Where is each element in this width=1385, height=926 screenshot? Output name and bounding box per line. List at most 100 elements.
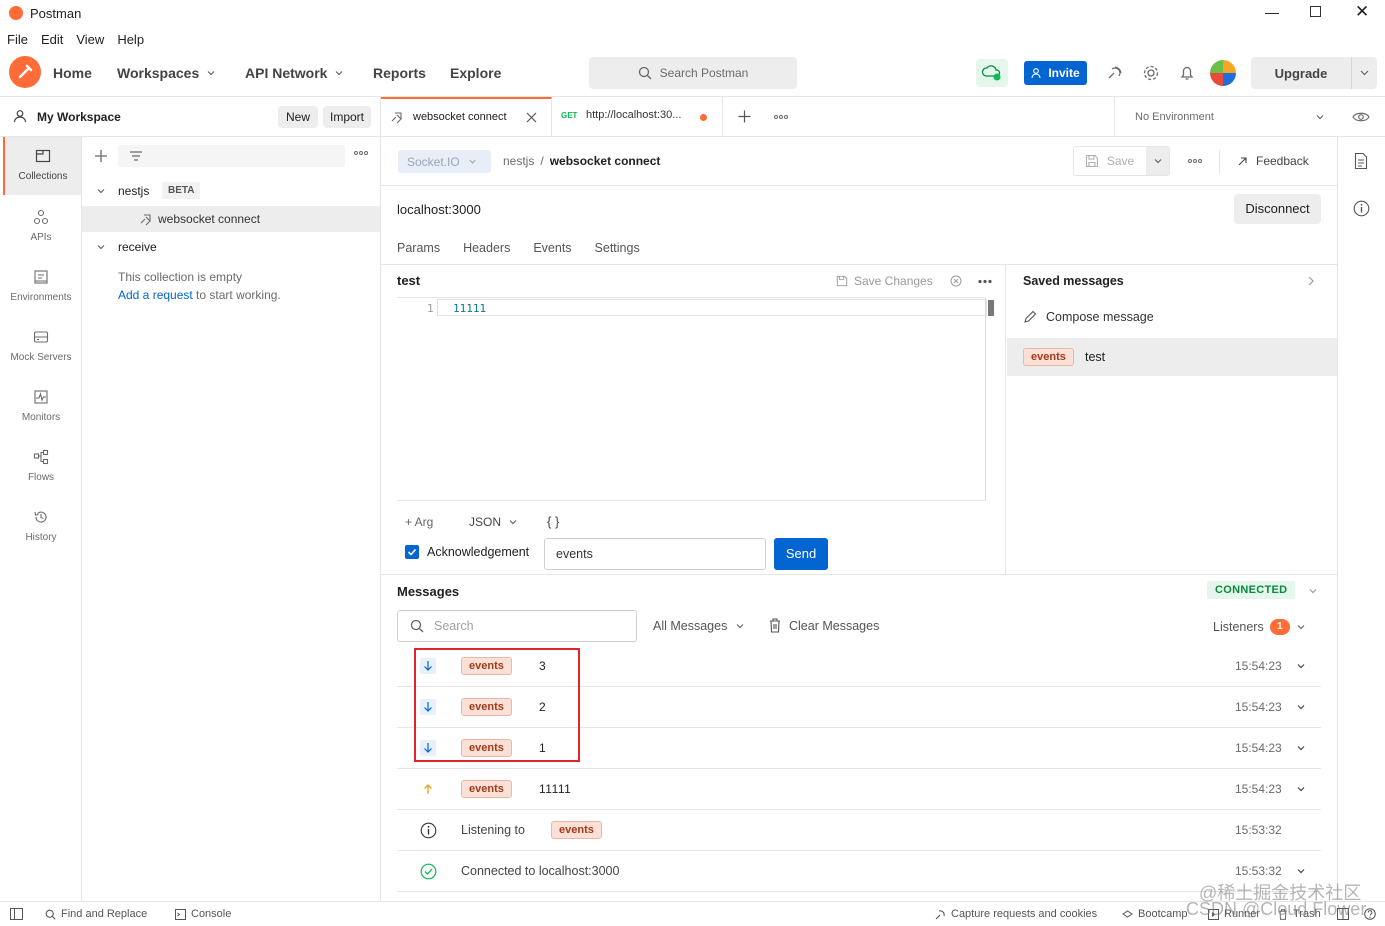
request-options-icon[interactable]	[1188, 158, 1202, 164]
add-arg-button[interactable]: + Arg	[405, 515, 433, 529]
tab-params[interactable]: Params	[397, 241, 440, 255]
chevron-down-icon[interactable]	[1352, 67, 1377, 79]
sidebar-item-mock-servers[interactable]: Mock Servers	[0, 317, 82, 375]
collections-panel: nestjs BETA websocket connect receive Th…	[82, 137, 381, 901]
capture-button[interactable]: Capture requests and cookies	[935, 908, 1097, 920]
chevron-down-icon[interactable]	[1296, 743, 1306, 753]
notifications-bell-icon[interactable]	[1178, 64, 1196, 82]
chevron-down-icon[interactable]	[1296, 702, 1306, 712]
nav-reports[interactable]: Reports	[373, 65, 426, 81]
acknowledgement-checkbox[interactable]	[405, 545, 419, 559]
nav-api-network[interactable]: API Network	[245, 65, 344, 81]
save-button[interactable]: Save	[1073, 146, 1170, 176]
import-button[interactable]: Import	[323, 106, 372, 128]
settings-gear-icon[interactable]	[1142, 64, 1160, 82]
new-tab-icon[interactable]	[738, 110, 751, 123]
close-tab-icon[interactable]	[526, 112, 537, 123]
user-avatar[interactable]	[1210, 60, 1236, 86]
feedback-button[interactable]: Feedback	[1238, 154, 1309, 168]
discard-icon[interactable]	[950, 275, 962, 287]
message-row[interactable]: events 11111 15:54:23	[397, 769, 1321, 810]
upgrade-button[interactable]: Upgrade	[1251, 57, 1377, 89]
console-button[interactable]: Console	[175, 908, 231, 920]
editor-scrollbar-thumb[interactable]	[988, 300, 994, 316]
collection-nestjs[interactable]: nestjs BETA	[82, 177, 380, 205]
documentation-icon[interactable]	[1354, 152, 1368, 170]
message-time: 15:53:32	[1235, 864, 1282, 878]
tab-http-request[interactable]: GET http://localhost:30...	[553, 97, 723, 137]
chevron-right-icon[interactable]	[1307, 276, 1315, 286]
postman-home-logo-icon[interactable]	[9, 56, 41, 88]
nav-workspaces[interactable]: Workspaces	[117, 65, 216, 81]
breadcrumb-request-name[interactable]: websocket connect	[550, 154, 661, 168]
sidebar-item-collections[interactable]: Collections	[3, 137, 81, 195]
message-name[interactable]: test	[397, 273, 420, 288]
save-changes-button[interactable]: Save Changes	[836, 274, 933, 288]
add-collection-icon[interactable]	[94, 149, 108, 163]
beautify-button[interactable]: { }	[547, 514, 559, 529]
sidebar-item-monitors[interactable]: Monitors	[0, 377, 82, 435]
compose-message-button[interactable]: Compose message	[1023, 310, 1154, 324]
menu-help[interactable]: Help	[117, 32, 144, 47]
sidebar-item-environments[interactable]: Environments	[0, 257, 82, 315]
send-button[interactable]: Send	[774, 538, 828, 570]
nav-home[interactable]: Home	[53, 65, 92, 81]
chevron-down-icon[interactable]	[1308, 586, 1318, 596]
invite-button[interactable]: Invite	[1024, 61, 1087, 85]
save-options-button[interactable]	[1146, 147, 1169, 175]
message-row[interactable]: Listening to events 15:53:32	[397, 810, 1321, 851]
listeners-dropdown[interactable]: Listeners 1	[1213, 619, 1306, 635]
tab-websocket-connect[interactable]: websocket connect	[381, 97, 552, 137]
environment-selector[interactable]: No Environment	[1114, 97, 1336, 137]
sidebar-item-apis[interactable]: APIs	[0, 197, 82, 255]
menu-edit[interactable]: Edit	[41, 32, 63, 47]
format-selector[interactable]: JSON	[469, 515, 518, 529]
sidebar-item-flows[interactable]: Flows	[0, 437, 82, 495]
toggle-sidebar-icon[interactable]	[10, 908, 23, 920]
chevron-down-icon[interactable]	[1296, 784, 1306, 794]
info-icon[interactable]	[1353, 200, 1370, 217]
acknowledgement-toggle[interactable]: Acknowledgement	[405, 545, 529, 559]
tab-settings[interactable]: Settings	[595, 241, 640, 255]
breadcrumb-collection[interactable]: nestjs	[503, 154, 534, 168]
bootcamp-button[interactable]: Bootcamp	[1122, 908, 1188, 920]
menu-view[interactable]: View	[76, 32, 104, 47]
sidebar-item-label: APIs	[30, 232, 52, 243]
satellite-icon[interactable]	[1106, 64, 1124, 82]
request-type-selector[interactable]: Socket.IO	[398, 150, 491, 173]
event-name-input[interactable]: events	[544, 538, 766, 570]
more-options-icon[interactable]	[354, 150, 368, 156]
sync-status-button[interactable]	[976, 59, 1008, 87]
global-search[interactable]: Search Postman	[589, 57, 797, 89]
new-button[interactable]: New	[278, 106, 319, 128]
request-websocket-connect[interactable]: websocket connect	[82, 206, 380, 232]
nav-explore[interactable]: Explore	[450, 65, 501, 81]
editor-options-icon[interactable]	[978, 279, 992, 284]
minimize-button[interactable]: —	[1265, 4, 1279, 20]
close-window-button[interactable]: ✕	[1355, 2, 1369, 22]
messages-filter-dropdown[interactable]: All Messages	[653, 619, 745, 633]
message-row[interactable]: Connected to localhost:3000 15:53:32	[397, 851, 1321, 892]
menu-file[interactable]: File	[7, 32, 28, 47]
workspace-name[interactable]: My Workspace	[37, 110, 121, 124]
messages-search-input[interactable]: Search	[397, 610, 637, 642]
disconnect-button[interactable]: Disconnect	[1234, 194, 1321, 224]
trash-icon	[770, 618, 780, 633]
sidebar-item-history[interactable]: History	[0, 497, 82, 555]
collection-receive[interactable]: receive	[82, 233, 380, 261]
event-name-value: events	[556, 547, 593, 561]
environment-quick-look-icon[interactable]	[1352, 110, 1370, 124]
tab-events[interactable]: Events	[533, 241, 571, 255]
add-request-link[interactable]: Add a request	[118, 288, 193, 302]
saved-message-item[interactable]: events test	[1007, 338, 1337, 376]
collections-filter-input[interactable]	[118, 145, 345, 167]
chevron-down-icon[interactable]	[1296, 661, 1306, 671]
maximize-button[interactable]	[1310, 6, 1321, 17]
clear-messages-button[interactable]: Clear Messages	[769, 618, 879, 633]
tab-options-icon[interactable]	[774, 114, 788, 120]
url-display[interactable]: localhost:3000	[397, 202, 481, 217]
code-editor[interactable]: 1 11111	[397, 297, 994, 501]
tab-headers[interactable]: Headers	[463, 241, 510, 255]
chevron-down-icon[interactable]	[1296, 866, 1306, 876]
find-replace-button[interactable]: Find and Replace	[45, 908, 147, 920]
